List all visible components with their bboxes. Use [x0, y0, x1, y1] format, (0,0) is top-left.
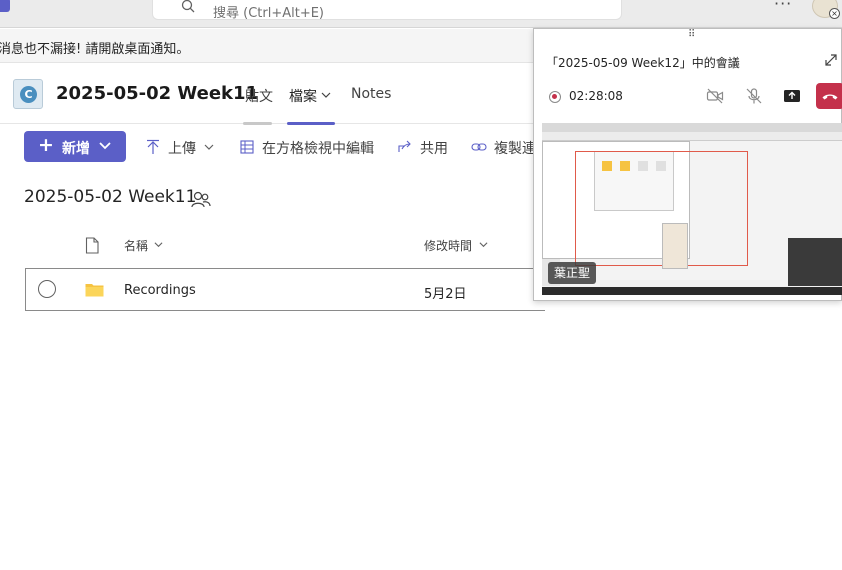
meeting-elapsed-time: 02:28:08 — [569, 89, 623, 103]
file-type-icon — [85, 237, 99, 254]
drag-handle-icon[interactable]: ⠿ — [688, 30, 695, 40]
status-close-icon: × — [829, 8, 840, 19]
tab-posts[interactable]: 貼文 — [245, 86, 273, 106]
people-icon[interactable] — [190, 190, 212, 208]
speaker-name-label: 葉正聖 — [548, 262, 597, 284]
search-icon — [181, 0, 195, 13]
folder-icon — [85, 284, 104, 297]
recording-indicator-icon — [549, 91, 561, 103]
mic-off-icon[interactable] — [745, 87, 763, 105]
preview-browser-tabs — [542, 123, 842, 132]
new-button-label: 新增 — [62, 141, 90, 157]
tab-files-label: 檔案 — [289, 89, 317, 105]
tab-files[interactable]: 檔案 — [289, 86, 331, 106]
phone-hangup-icon — [822, 94, 838, 100]
chevron-down-icon — [99, 142, 111, 150]
column-header-modified-label: 修改時間 — [424, 239, 473, 253]
link-icon — [471, 143, 487, 151]
expand-icon[interactable] — [824, 53, 838, 67]
title-bar: 搜尋 (Ctrl+Alt+E) ··· × — [0, 0, 842, 28]
camera-off-icon[interactable] — [706, 87, 724, 105]
teams-window: 搜尋 (Ctrl+Alt+E) ··· × 消息也不漏接! 請開啟桌面通知。 C… — [0, 0, 842, 570]
more-options-button[interactable]: ··· — [774, 0, 792, 13]
column-header-modified[interactable]: 修改時間 — [424, 237, 488, 254]
preview-video-thumb — [788, 238, 842, 286]
column-header-name[interactable]: 名稱 — [124, 237, 163, 254]
row-select-radio[interactable] — [38, 280, 56, 298]
search-placeholder: 搜尋 (Ctrl+Alt+E) — [213, 6, 325, 21]
chevron-down-icon — [204, 144, 214, 150]
upload-button-label: 上傳 — [168, 141, 196, 157]
search-box[interactable]: 搜尋 (Ctrl+Alt+E) — [152, 0, 622, 21]
preview-taskbar — [542, 287, 842, 295]
upload-button[interactable]: 上傳 — [168, 138, 214, 158]
new-button[interactable]: + 新增 — [24, 131, 126, 162]
share-icon — [398, 140, 411, 152]
file-name-link[interactable]: Recordings — [124, 283, 196, 298]
teams-logo-icon[interactable] — [0, 0, 10, 12]
column-header-name-label: 名稱 — [124, 239, 149, 253]
copy-link-button[interactable]: 複製連 — [494, 138, 536, 158]
chevron-down-icon — [321, 92, 331, 98]
channel-avatar: C — [13, 79, 43, 109]
channel-avatar-letter: C — [20, 86, 37, 103]
share-screen-icon[interactable] — [783, 87, 801, 105]
chevron-down-icon — [154, 242, 163, 248]
share-button[interactable]: 共用 — [420, 138, 448, 158]
hang-up-button[interactable] — [816, 83, 842, 109]
chevron-down-icon — [479, 242, 488, 248]
channel-title: 2025-05-02 Week11 — [56, 83, 259, 104]
preview-side-panel — [662, 223, 688, 269]
grid-view-icon — [240, 140, 254, 154]
meeting-mini-window[interactable]: ⠿ 「2025-05-09 Week12」中的會議 02:28:08 葉正聖 — [533, 28, 842, 301]
preview-address-bar — [542, 132, 842, 141]
file-modified-date: 5月2日 — [424, 287, 467, 302]
plus-icon: + — [38, 134, 54, 156]
upload-arrow-icon — [147, 139, 159, 154]
notification-banner-text: 消息也不漏接! 請開啟桌面通知。 — [0, 42, 190, 57]
edit-in-grid-view-button[interactable]: 在方格檢視中編輯 — [262, 138, 374, 158]
tab-notes[interactable]: Notes — [351, 86, 391, 102]
meeting-title: 「2025-05-09 Week12」中的會議 — [546, 56, 740, 70]
folder-title: 2025-05-02 Week11 — [24, 187, 197, 207]
